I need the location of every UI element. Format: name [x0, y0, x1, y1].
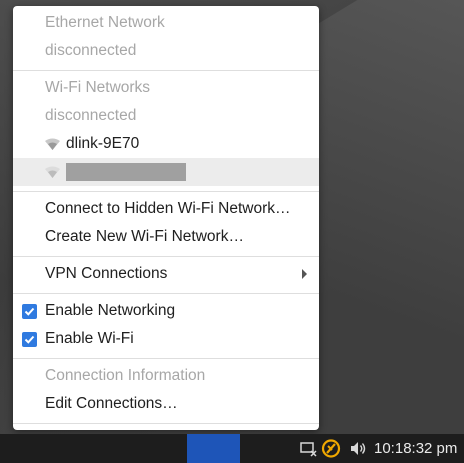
separator: [13, 358, 319, 359]
enable-wifi-label: Enable Wi-Fi: [45, 330, 134, 347]
clock[interactable]: 10:18:32 pm: [374, 434, 457, 463]
wifi-signal-icon: [45, 138, 60, 150]
update-manager-icon[interactable]: [320, 434, 342, 463]
desktop-background: [300, 0, 464, 434]
network-menu: Ethernet Network disconnected Wi-Fi Netw…: [13, 6, 319, 430]
connection-information-item: Connection Information: [45, 367, 206, 384]
volume-icon[interactable]: [348, 434, 368, 463]
edit-connections-item[interactable]: Edit Connections…: [13, 390, 319, 418]
wifi-network-item[interactable]: dlink-9E70: [13, 130, 319, 158]
taskbar: 10:18:32 pm: [0, 434, 464, 463]
enable-networking-item[interactable]: Enable Networking: [13, 297, 319, 325]
separator: [13, 70, 319, 71]
wifi-signal-icon: [45, 166, 60, 178]
wifi-status: disconnected: [45, 107, 137, 124]
separator: [13, 191, 319, 192]
submenu-arrow-icon: [302, 269, 307, 279]
enable-wifi-item[interactable]: Enable Wi-Fi: [13, 325, 319, 353]
vpn-connections-label: VPN Connections: [45, 265, 168, 282]
wifi-header: Wi-Fi Networks: [45, 79, 151, 96]
wifi-network-item[interactable]: S: [13, 158, 319, 186]
taskbar-active-window[interactable]: [187, 434, 240, 463]
connect-hidden-wifi-item[interactable]: Connect to Hidden Wi-Fi Network…: [13, 195, 319, 223]
redacted-block: [66, 163, 186, 181]
checkbox-checked-icon[interactable]: [22, 332, 37, 347]
wifi-network-ssid: dlink-9E70: [66, 135, 140, 152]
network-disconnected-icon[interactable]: [298, 434, 318, 463]
separator: [13, 423, 319, 424]
checkbox-checked-icon[interactable]: [22, 304, 37, 319]
separator: [13, 293, 319, 294]
create-new-wifi-item[interactable]: Create New Wi-Fi Network…: [13, 223, 319, 251]
separator: [13, 256, 319, 257]
ethernet-status: disconnected: [45, 42, 137, 59]
ethernet-header: Ethernet Network: [45, 14, 165, 31]
vpn-connections-item[interactable]: VPN Connections: [13, 260, 319, 288]
enable-networking-label: Enable Networking: [45, 302, 176, 319]
